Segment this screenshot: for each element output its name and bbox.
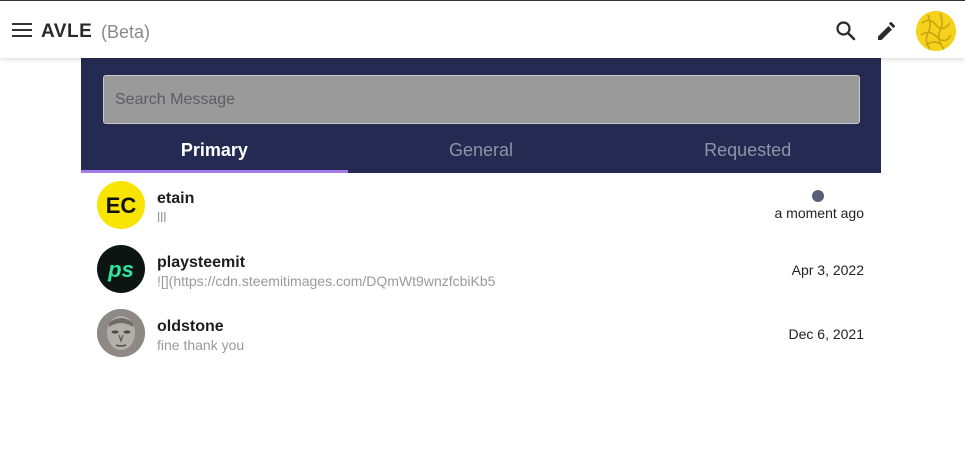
conversation-time: Apr 3, 2022 — [791, 262, 864, 278]
tab-requested[interactable]: Requested — [614, 136, 881, 173]
tab-primary[interactable]: Primary — [81, 136, 348, 173]
search-message-input[interactable] — [103, 75, 860, 124]
conversation-row-etain[interactable]: EC etain lll a moment ago — [81, 173, 881, 237]
unread-indicator — [812, 190, 824, 202]
conversation-time: a moment ago — [774, 205, 865, 221]
conversation-name: oldstone — [157, 318, 224, 335]
conversation-name: playsteemit — [157, 254, 246, 271]
conversation-row-playsteemit[interactable]: ps playsteemit ![](https://cdn.steemitim… — [81, 237, 881, 301]
conversation-list: EC etain lll a moment ago ps playsteemit… — [81, 173, 881, 365]
logo-text: AVLE — [41, 21, 92, 41]
avatar-playsteemit-text: ps — [107, 257, 134, 282]
user-avatar[interactable] — [916, 11, 956, 51]
conversation-row-oldstone[interactable]: oldstone fine thank you Dec 6, 2021 — [81, 301, 881, 365]
top-app-bar: AVLE (Beta) — [0, 0, 965, 58]
conversation-preview: ![](https://cdn.steemitimages.com/DQmWt9… — [157, 273, 496, 289]
search-icon[interactable] — [834, 19, 858, 43]
avatar-etain-text: EC — [106, 193, 137, 218]
conversation-name: etain — [157, 190, 195, 207]
tab-general[interactable]: General — [348, 136, 615, 173]
avatar-oldstone — [97, 309, 145, 357]
messages-header-panel: Primary General Requested — [81, 58, 881, 173]
avatar-playsteemit: ps — [97, 245, 145, 293]
beta-label: (Beta) — [101, 22, 151, 42]
conversation-time: Dec 6, 2021 — [788, 326, 865, 342]
menu-icon[interactable] — [12, 20, 34, 40]
pencil-icon[interactable] — [874, 19, 898, 43]
avle-logo[interactable]: AVLE — [41, 21, 93, 41]
conversation-preview: lll — [157, 209, 167, 225]
message-tabs: Primary General Requested — [81, 136, 881, 173]
conversation-preview: fine thank you — [157, 337, 245, 353]
avatar-etain: EC — [97, 181, 145, 229]
